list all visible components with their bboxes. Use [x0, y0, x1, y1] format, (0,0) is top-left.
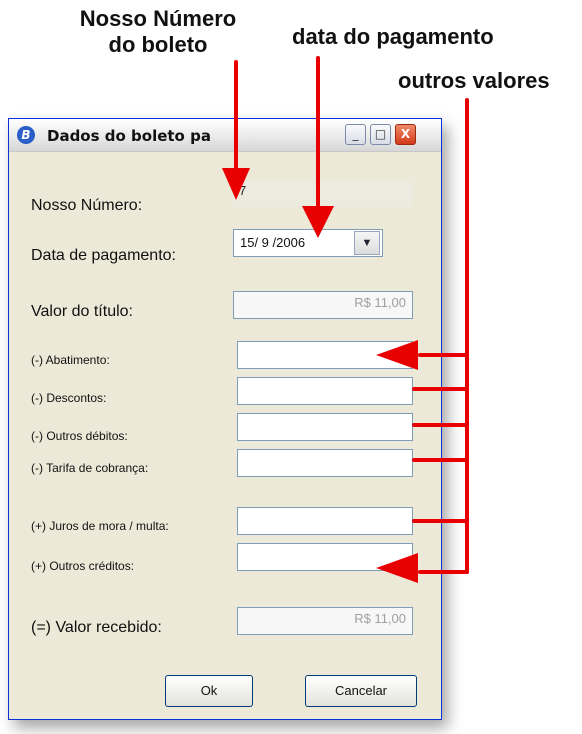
- arrowhead-data-pagamento: [302, 206, 334, 238]
- arrowhead-nosso-numero: [222, 168, 250, 200]
- arrowhead-outros-creditos: [376, 553, 418, 583]
- arrowhead-abatimento: [376, 340, 418, 370]
- annotation-arrows: [222, 56, 469, 583]
